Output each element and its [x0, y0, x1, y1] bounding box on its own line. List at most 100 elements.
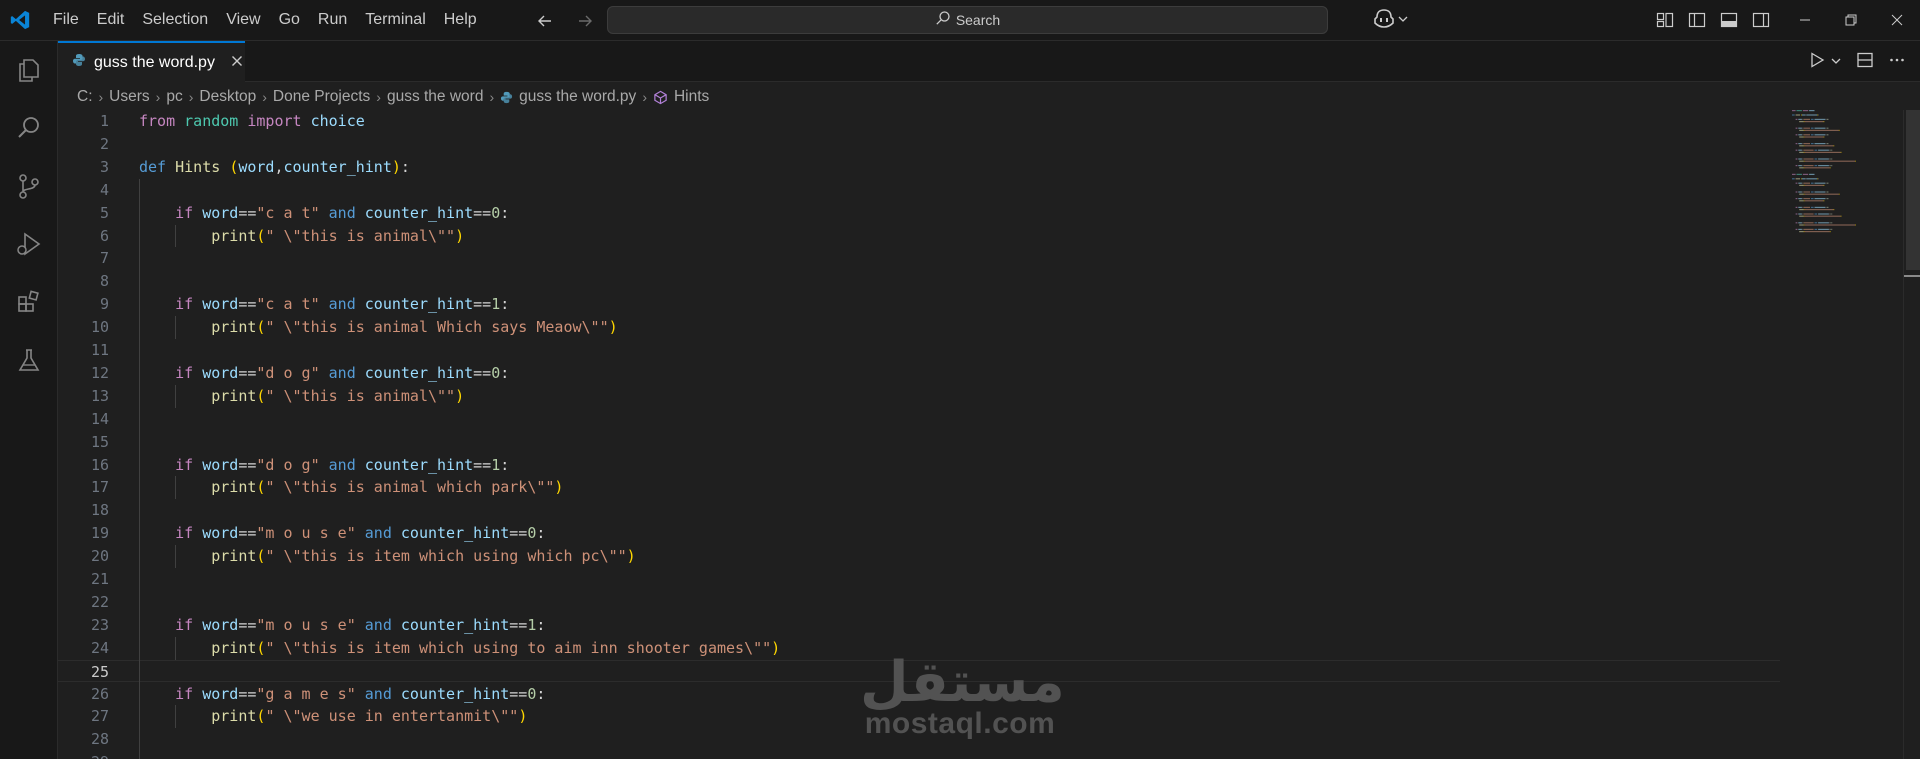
restore-icon[interactable] [1828, 0, 1874, 40]
code-line[interactable]: 6 print(" \"this is animal\"") [58, 225, 1780, 248]
minimap-token [1798, 213, 1802, 215]
minimap-token [1833, 145, 1835, 147]
line-number: 22 [90, 592, 109, 611]
code-token: counter_hint [400, 684, 510, 703]
breadcrumb-item[interactable]: Desktop [199, 88, 256, 106]
minimap-token [1798, 198, 1802, 200]
code-line[interactable]: 12 if word=="d o g" and counter_hint==0: [58, 362, 1780, 385]
breadcrumb-item[interactable]: Users [109, 88, 149, 106]
tab-guss-the-word-py[interactable]: guss the word.py [58, 41, 245, 82]
code-line[interactable]: 3 def Hints (word,counter_hint): [58, 156, 1780, 179]
code-line[interactable]: 18 [58, 499, 1780, 522]
code-line[interactable]: 23 if word=="m o u s e" and counter_hint… [58, 614, 1780, 637]
search-activity-icon[interactable] [0, 99, 58, 157]
vertical-scrollbar[interactable] [1903, 110, 1920, 759]
code-line[interactable]: 10 print(" \"this is animal Which says M… [58, 316, 1780, 339]
code-line[interactable]: 20 print(" \"this is item which using wh… [58, 545, 1780, 568]
more-actions-icon[interactable] [1888, 51, 1906, 74]
code-line[interactable]: 14 [58, 408, 1780, 431]
python-file-icon [72, 53, 86, 72]
code-token: == [473, 363, 492, 382]
arrow-right-icon[interactable] [572, 8, 598, 34]
breadcrumb-item[interactable]: pc [166, 88, 182, 106]
code-token: 1 [491, 295, 501, 314]
testing-flask-icon[interactable] [0, 331, 58, 389]
code-line[interactable]: 29 [58, 751, 1780, 759]
menu-help[interactable]: Help [435, 6, 486, 34]
code-token: if [175, 455, 194, 474]
close-icon[interactable] [231, 54, 243, 72]
code-line[interactable]: 15 [58, 431, 1780, 454]
code-line[interactable]: 8 [58, 270, 1780, 293]
minimap[interactable] [1788, 108, 1898, 248]
breadcrumb-item[interactable]: Hints [674, 88, 709, 106]
customize-layout-icon[interactable] [1654, 9, 1676, 31]
breadcrumb-item[interactable]: guss the word.py [519, 88, 636, 106]
menu-view[interactable]: View [217, 6, 269, 34]
arrow-left-icon[interactable] [532, 8, 558, 34]
minimap-token [1830, 222, 1832, 224]
explorer-icon[interactable] [0, 41, 58, 99]
menu-go[interactable]: Go [270, 6, 309, 34]
minimap-token [1829, 167, 1831, 169]
code-line[interactable]: 9 if word=="c a t" and counter_hint==1: [58, 293, 1780, 316]
code-line[interactable]: 7 [58, 247, 1780, 270]
toggle-secondary-sidebar-icon[interactable] [1750, 9, 1772, 31]
breadcrumb-item[interactable]: Done Projects [273, 88, 370, 106]
minimap-token [1830, 165, 1832, 167]
breadcrumb-item[interactable]: C: [77, 88, 93, 106]
toggle-panel-icon[interactable] [1718, 9, 1740, 31]
code-token: ) [391, 157, 401, 176]
code-line[interactable]: 16 if word=="d o g" and counter_hint==1: [58, 454, 1780, 477]
symbol-method-icon [653, 90, 668, 105]
menu-run[interactable]: Run [309, 6, 356, 34]
minimap-token [1799, 129, 1804, 131]
run-and-debug-icon[interactable] [0, 215, 58, 273]
split-editor-icon[interactable] [1856, 51, 1874, 74]
code-token: == [238, 363, 257, 382]
extensions-icon[interactable] [0, 273, 58, 331]
code-token: word [202, 455, 239, 474]
toggle-primary-sidebar-icon[interactable] [1686, 9, 1708, 31]
source-control-icon[interactable] [0, 157, 58, 215]
breadcrumb-item[interactable]: guss the word [387, 88, 484, 106]
copilot-button[interactable] [1373, 8, 1409, 33]
scrollbar-thumb[interactable] [1906, 110, 1920, 270]
close-window-icon[interactable] [1874, 0, 1920, 40]
menu-selection[interactable]: Selection [133, 6, 217, 34]
minimap-token [1799, 215, 1804, 217]
code-line[interactable]: 17 print(" \"this is animal which park\"… [58, 476, 1780, 499]
code-line[interactable]: 19 if word=="m o u s e" and counter_hint… [58, 522, 1780, 545]
menu-file[interactable]: File [44, 6, 88, 34]
minimap-token [1792, 110, 1796, 112]
chevron-right-icon: › [489, 89, 495, 105]
code-token: print [211, 547, 257, 566]
code-line[interactable]: 5 if word=="c a t" and counter_hint==0: [58, 202, 1780, 225]
code-token: == [473, 203, 492, 222]
line-code: print(" \"this is animal which park\"") [139, 476, 563, 499]
minimap-token [1814, 165, 1818, 167]
code-line[interactable]: 13 print(" \"this is animal\"") [58, 385, 1780, 408]
run-python-file-icon[interactable] [1808, 51, 1826, 74]
code-line[interactable]: 21 [58, 568, 1780, 591]
vscode-logo-icon[interactable] [0, 0, 40, 40]
code-line[interactable]: 22 [58, 591, 1780, 614]
code-token: if [175, 203, 194, 222]
code-line[interactable]: 4 [58, 179, 1780, 202]
minimap-token [1801, 191, 1804, 193]
run-options-chevron-down-icon[interactable] [1830, 54, 1842, 72]
minimap-token [1829, 231, 1831, 233]
code-line[interactable]: 2 [58, 133, 1780, 156]
minimap-token [1802, 173, 1809, 175]
command-center-search[interactable]: Search [607, 6, 1328, 34]
code-token: == [238, 455, 257, 474]
code-line[interactable]: 1 from random import choice [58, 110, 1780, 133]
code-token: import [247, 112, 302, 130]
code-token: ) [608, 318, 618, 337]
minimap-token [1817, 114, 1819, 116]
code-line[interactable]: 11 [58, 339, 1780, 362]
minimize-icon[interactable] [1782, 0, 1828, 40]
menu-edit[interactable]: Edit [88, 6, 134, 34]
menu-terminal[interactable]: Terminal [356, 6, 434, 34]
